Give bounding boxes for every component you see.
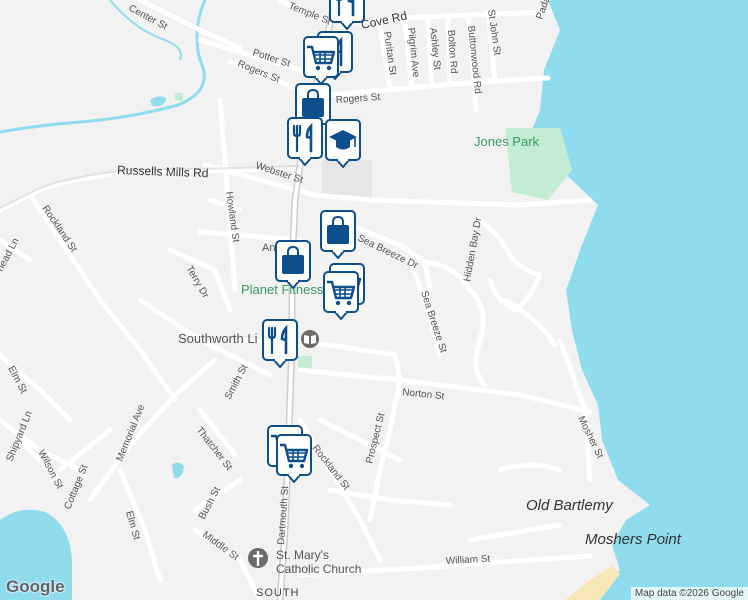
marker-restaurant-3[interactable]: [287, 117, 323, 166]
moshers-point-label: Moshers Point: [585, 531, 682, 548]
church-icon[interactable]: [248, 548, 268, 568]
google-logo[interactable]: Google: [6, 577, 65, 597]
st-marys-label-1[interactable]: St. Mary's: [276, 548, 329, 562]
map-attribution[interactable]: Map data ©2026 Google: [630, 587, 748, 600]
marker-shopping-bag-2[interactable]: [320, 210, 356, 259]
shopping-center-area: [322, 160, 372, 198]
marker-cart-5[interactable]: [276, 434, 312, 483]
marker-restaurant-4[interactable]: [262, 319, 298, 368]
label-william-st: William St: [446, 554, 491, 567]
planet-fitness-label[interactable]: Planet Fitness: [241, 282, 324, 297]
small-park-2: [175, 93, 183, 101]
marker-cart-3[interactable]: [323, 271, 359, 320]
label-an: An: [262, 242, 275, 254]
marker-school-1[interactable]: [325, 119, 361, 168]
old-bartlemy-label: Old Bartlemy: [526, 497, 614, 514]
st-marys-label-2[interactable]: Catholic Church: [276, 562, 361, 576]
southworth-library-label[interactable]: Southworth Li: [178, 331, 258, 346]
marker-cart-1[interactable]: [303, 36, 339, 85]
marker-shopping-bag-3[interactable]: [275, 240, 311, 289]
map-canvas[interactable]: Center St Temple St Cove Rd Puritan St P…: [0, 0, 748, 600]
south-dartmouth-label: SOUTH: [256, 587, 300, 599]
jones-park-label[interactable]: Jones Park: [474, 134, 540, 149]
library-icon[interactable]: [301, 330, 319, 348]
